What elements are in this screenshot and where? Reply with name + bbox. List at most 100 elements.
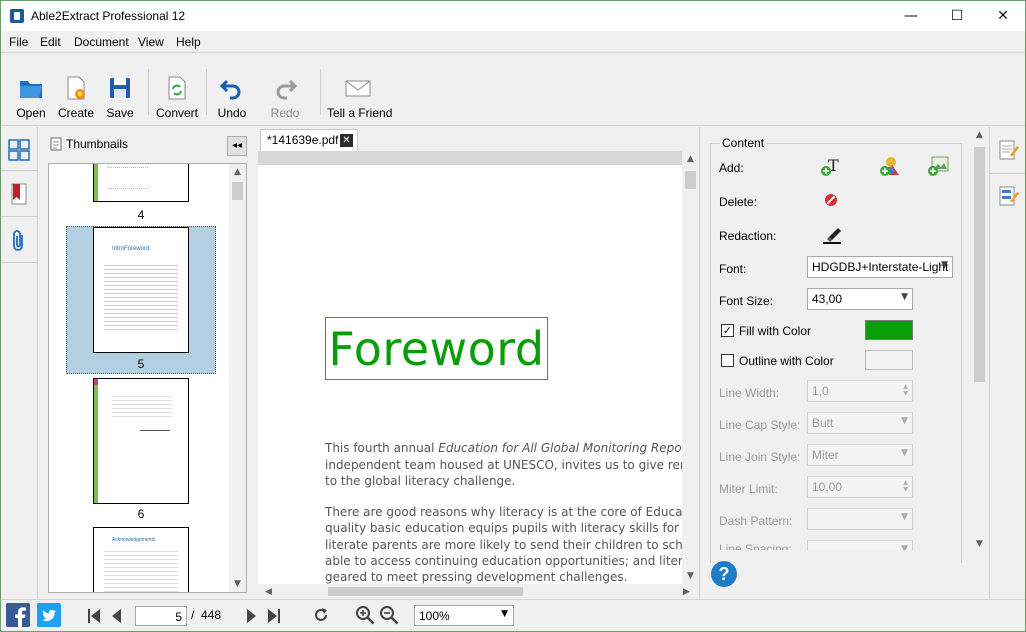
zoom-dropdown[interactable]: 100% ▼ xyxy=(414,605,514,626)
font-dropdown[interactable]: HDGDBJ+Interstate-Light ▼ xyxy=(807,256,953,278)
thumbnail-page-6[interactable] xyxy=(93,378,189,504)
toolbar-separator xyxy=(148,69,149,115)
miter-limit-spinner[interactable]: 10,00 ▲ ▼ xyxy=(807,476,913,498)
dash-pattern-dropdown[interactable]: ▼ xyxy=(807,508,913,530)
save-label: Save xyxy=(106,106,134,120)
thumbnail-list[interactable]: 4 IntroForeword 5 6 Acknowledgements ▲ ▼ xyxy=(48,163,247,593)
line-join-label: Line Join Style: xyxy=(719,450,801,464)
thumbnail-page-4[interactable] xyxy=(93,164,189,202)
app-window: Able2Extract Professional 12 — ☐ ✕ File … xyxy=(0,0,1026,632)
line-cap-value: Butt xyxy=(812,416,834,430)
thumbnail-page-5[interactable]: IntroForeword xyxy=(93,227,189,353)
fill-color-swatch[interactable] xyxy=(865,320,913,340)
help-button[interactable]: ? xyxy=(711,561,737,587)
edit-document-icon[interactable] xyxy=(999,139,1019,161)
right-side-rail xyxy=(989,127,1025,599)
edit-form-icon[interactable] xyxy=(999,185,1019,207)
thumbnails-panel-toggle[interactable] xyxy=(1,127,38,171)
page-gap xyxy=(258,151,682,165)
menu-help[interactable]: Help xyxy=(176,35,201,49)
undo-button[interactable]: Undo xyxy=(213,71,251,121)
menu-edit[interactable]: Edit xyxy=(40,35,61,49)
paperclip-icon xyxy=(13,230,23,251)
add-text-icon[interactable]: T xyxy=(820,155,842,177)
dash-pattern-label: Dash Pattern: xyxy=(719,514,793,528)
line-width-spinner[interactable]: 1,0 ▲ ▼ xyxy=(807,380,913,402)
document-page-view[interactable]: Foreword This fourth annual Education fo… xyxy=(258,151,699,584)
create-button[interactable]: Create xyxy=(56,71,96,121)
page-margin-stripe xyxy=(94,379,98,503)
close-tab-icon[interactable]: ✕ xyxy=(340,134,353,147)
scroll-thumb[interactable] xyxy=(685,171,696,189)
page-corner-mark xyxy=(94,379,98,385)
scroll-thumb[interactable] xyxy=(232,182,243,200)
menu-view[interactable]: View xyxy=(138,35,164,49)
font-size-value: 43,00 xyxy=(812,292,843,306)
add-image-icon[interactable] xyxy=(927,155,949,177)
create-label: Create xyxy=(57,106,95,120)
outline-color-checkbox[interactable] xyxy=(721,354,734,367)
line-spacing-dropdown[interactable]: ▼ xyxy=(807,540,913,550)
zoom-in-icon[interactable] xyxy=(355,605,375,625)
floppy-disk-icon xyxy=(110,78,130,98)
page-heading: Foreword xyxy=(328,322,545,376)
next-page-icon[interactable] xyxy=(246,608,258,624)
zoom-out-icon[interactable] xyxy=(379,605,399,625)
redaction-marker-icon[interactable] xyxy=(821,223,843,245)
redo-button[interactable]: Redo xyxy=(266,71,304,121)
outline-color-label: Outline with Color xyxy=(739,354,834,368)
font-size-dropdown[interactable]: 43,00 ▼ xyxy=(807,288,913,310)
scroll-thumb[interactable] xyxy=(974,147,985,382)
scroll-down-arrow[interactable]: ▼ xyxy=(229,576,246,592)
bookmark-icon xyxy=(11,183,27,205)
scroll-up-arrow[interactable]: ▲ xyxy=(682,151,699,167)
zoom-value: 100% xyxy=(419,609,450,623)
left-side-rail xyxy=(1,127,38,599)
thumbnail-heading: Acknowledgements xyxy=(112,537,156,543)
thumbnail-page-7[interactable]: Acknowledgements xyxy=(93,527,189,592)
close-button[interactable]: ✕ xyxy=(980,1,1025,31)
collapse-panel-button[interactable]: ◂◂ xyxy=(227,136,247,156)
add-shape-icon[interactable] xyxy=(879,155,901,177)
line-join-dropdown[interactable]: Miter ▼ xyxy=(807,444,913,466)
line-join-value: Miter xyxy=(812,448,839,462)
menu-file[interactable]: File xyxy=(9,35,28,49)
previous-page-icon[interactable] xyxy=(110,608,122,624)
maximize-button[interactable]: ☐ xyxy=(934,1,980,31)
scroll-up-arrow[interactable]: ▲ xyxy=(971,127,988,143)
thumbnail-scrollbar[interactable]: ▲ ▼ xyxy=(229,164,246,592)
minimize-button[interactable]: — xyxy=(888,1,934,31)
attachments-panel-toggle[interactable] xyxy=(1,219,38,263)
outline-color-swatch[interactable] xyxy=(865,350,913,370)
save-button[interactable]: Save xyxy=(101,71,139,121)
scroll-up-arrow[interactable]: ▲ xyxy=(229,164,246,180)
last-page-icon[interactable] xyxy=(267,608,281,624)
document-horizontal-scrollbar[interactable]: ◀ ▶ xyxy=(258,584,699,599)
line-width-label: Line Width: xyxy=(719,386,780,400)
document-vertical-scrollbar[interactable]: ▲ ▼ xyxy=(682,151,699,584)
menu-document[interactable]: Document xyxy=(74,35,129,49)
scroll-thumb[interactable] xyxy=(328,587,523,596)
scroll-down-arrow[interactable]: ▼ xyxy=(682,568,699,584)
document-tab[interactable]: *141639e.pdf ✕ xyxy=(260,129,358,151)
page-text-lines xyxy=(108,167,148,189)
properties-scrollbar[interactable]: ▲ ▼ xyxy=(971,127,988,552)
line-cap-dropdown[interactable]: Butt ▼ xyxy=(807,412,913,434)
current-page-input[interactable]: 5 xyxy=(135,606,187,626)
scroll-right-arrow[interactable]: ▶ xyxy=(678,584,695,600)
rotate-icon[interactable] xyxy=(312,606,330,624)
twitter-icon[interactable] xyxy=(37,603,61,627)
scroll-down-arrow[interactable]: ▼ xyxy=(971,536,988,552)
line-spacing-label: Line Spacing: xyxy=(719,542,792,550)
facebook-icon[interactable] xyxy=(6,603,30,627)
chevron-down-icon: ▼ xyxy=(901,512,908,522)
bookmarks-panel-toggle[interactable] xyxy=(1,173,38,217)
first-page-icon[interactable] xyxy=(87,608,101,624)
open-button[interactable]: Open xyxy=(11,71,51,121)
selected-text-box[interactable]: Foreword xyxy=(325,317,548,380)
tell-a-friend-button[interactable]: Tell a Friend xyxy=(327,71,392,121)
fill-color-checkbox[interactable]: ✓ xyxy=(721,324,734,337)
delete-icon[interactable] xyxy=(824,193,838,207)
convert-button[interactable]: Convert xyxy=(153,71,201,121)
scroll-left-arrow[interactable]: ◀ xyxy=(260,584,277,600)
